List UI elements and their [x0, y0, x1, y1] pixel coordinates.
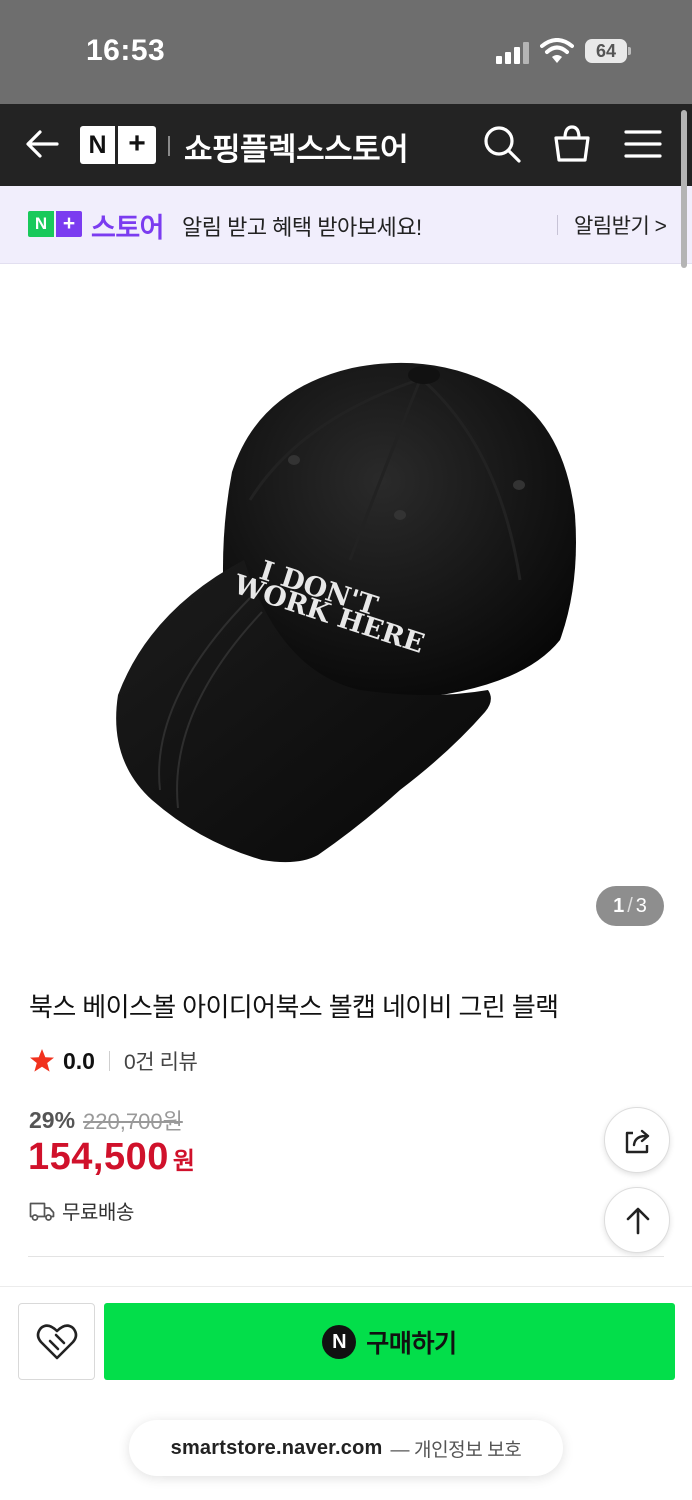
notice-text: 알림 받고 혜택 받아보세요!	[182, 215, 422, 240]
top-nav: N + 쇼핑플렉스스토어	[0, 104, 692, 186]
rating-value: 0.0	[63, 1047, 95, 1074]
battery-level: 64	[585, 39, 627, 63]
status-time: 16:53	[86, 34, 166, 67]
share-button[interactable]	[604, 1107, 670, 1173]
cart-icon[interactable]	[552, 124, 592, 164]
menu-icon[interactable]	[623, 124, 663, 164]
logo-n: N	[80, 126, 118, 164]
notice-logo-n: N	[28, 211, 54, 237]
naver-pay-icon: N	[322, 1324, 357, 1359]
notification-banner[interactable]: N + 스토어 알림 받고 혜택 받아보세요! 알림받기 >	[0, 186, 692, 264]
privacy-note: — 개인정보 보호	[390, 1439, 522, 1461]
back-icon[interactable]	[22, 124, 62, 164]
review-count[interactable]: 0건 리뷰	[124, 1046, 198, 1076]
url-domain: smartstore.naver.com	[170, 1436, 383, 1459]
share-icon	[625, 1129, 650, 1154]
store-name[interactable]: 쇼핑플렉스스토어	[184, 124, 409, 169]
sale-price-currency: 원	[172, 1148, 195, 1175]
scroll-top-button[interactable]	[604, 1187, 670, 1253]
sale-price-amount: 154,500	[28, 1136, 169, 1178]
search-icon[interactable]	[482, 124, 522, 164]
buy-button[interactable]: N 구매하기	[104, 1303, 675, 1380]
image-counter-total: 3	[635, 895, 647, 917]
arrow-up-icon	[626, 1207, 650, 1235]
shipping-info: 무료배송	[29, 1196, 134, 1225]
rating-divider	[108, 1051, 110, 1071]
cellular-signal-icon	[496, 42, 530, 64]
image-counter: 1/3	[596, 886, 664, 926]
notice-brand: 스토어	[91, 213, 165, 243]
address-bar[interactable]: smartstore.naver.com — 개인정보 보호	[129, 1420, 563, 1476]
scroll-indicator	[681, 110, 687, 268]
content-divider	[28, 1256, 664, 1257]
status-bar: 16:53 64	[0, 0, 692, 104]
battery-icon: 64	[585, 39, 631, 63]
product-title: 북스 베이스볼 아이디어북스 볼캡 네이비 그린 블랙	[29, 992, 559, 1022]
logo-plus: +	[128, 127, 146, 160]
rating-row[interactable]: 0.0 0건 리뷰	[29, 1046, 198, 1076]
nav-divider	[168, 136, 170, 156]
wishlist-button[interactable]	[18, 1303, 95, 1380]
naver-plus-store-logo: N +	[28, 211, 82, 237]
truck-icon	[29, 1202, 55, 1221]
wifi-icon	[540, 38, 574, 63]
discount-row: 29% 220,700원	[29, 1104, 183, 1136]
original-price: 220,700원	[83, 1109, 183, 1134]
subscribe-alert-button[interactable]: 알림받기 >	[574, 210, 667, 240]
discount-rate: 29%	[29, 1106, 76, 1133]
notice-divider	[557, 215, 558, 235]
naver-plus-logo[interactable]: N +	[80, 126, 156, 164]
buy-button-label: 구매하기	[366, 1329, 457, 1358]
shipping-label: 무료배송	[62, 1202, 134, 1224]
star-icon	[30, 1049, 54, 1072]
product-image[interactable]: I DON'T WORK HERE	[0, 265, 692, 955]
heart-icon	[36, 1324, 78, 1360]
image-counter-current: 1	[613, 895, 625, 917]
notice-logo-plus: +	[56, 211, 82, 237]
sale-price: 154,500 원	[28, 1136, 195, 1179]
